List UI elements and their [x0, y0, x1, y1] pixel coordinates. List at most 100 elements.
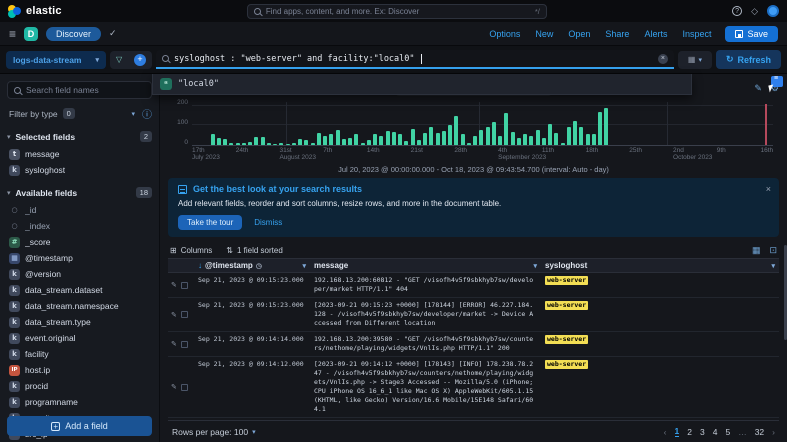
previous-page-icon[interactable]: ‹	[664, 427, 667, 437]
column-header-message[interactable]: message ▾	[310, 261, 541, 270]
page-5[interactable]: 5	[725, 427, 730, 437]
histogram-bar[interactable]	[523, 134, 527, 145]
row-checkbox[interactable]	[181, 311, 188, 318]
histogram-bar[interactable]	[211, 134, 215, 145]
histogram-bar[interactable]	[386, 131, 390, 145]
chevron-down-icon[interactable]: ▾	[533, 262, 537, 270]
chevron-down-icon[interactable]: ▾	[302, 262, 306, 270]
histogram-bar[interactable]	[336, 130, 340, 145]
histogram-bar[interactable]	[229, 143, 233, 145]
field-item-_score[interactable]: #_score	[7, 234, 152, 250]
row-checkbox[interactable]	[181, 282, 188, 289]
histogram-bar[interactable]	[586, 134, 590, 145]
field-item-procid[interactable]: kprocid	[7, 378, 152, 394]
top-menu-link-alerts[interactable]: Alerts	[644, 29, 667, 39]
field-item-host.ip[interactable]: IPhost.ip	[7, 362, 152, 378]
field-item-@timestamp[interactable]: ▦@timestamp	[7, 250, 152, 266]
histogram-bar[interactable]	[261, 137, 265, 145]
fullscreen-icon[interactable]: ⊡	[769, 245, 777, 256]
histogram-bar[interactable]	[292, 143, 296, 145]
histogram-bar[interactable]	[604, 108, 608, 145]
edit-visualization-icon[interactable]: ✎	[754, 83, 762, 94]
date-picker-button[interactable]: ▦ ▾	[678, 51, 712, 69]
row-checkbox[interactable]	[181, 341, 188, 348]
expand-row-icon[interactable]: ✎	[171, 311, 177, 319]
help-icon[interactable]: ?	[732, 6, 742, 16]
histogram-bar[interactable]	[236, 143, 240, 145]
histogram-bar[interactable]	[473, 136, 477, 145]
column-header-timestamp[interactable]: ↓ @timestamp ◷ ▾	[194, 261, 310, 270]
page-32[interactable]: 32	[755, 427, 764, 437]
top-menu-link-options[interactable]: Options	[489, 29, 520, 39]
discover-app-icon[interactable]: D	[24, 27, 38, 41]
histogram-bar[interactable]	[298, 139, 302, 145]
histogram-bar[interactable]	[398, 134, 402, 145]
field-item-message[interactable]: tmessage	[7, 146, 152, 162]
histogram-bar[interactable]	[323, 136, 327, 145]
page-2[interactable]: 2	[687, 427, 692, 437]
expand-row-icon[interactable]: ✎	[171, 281, 177, 289]
histogram-bar[interactable]	[217, 138, 221, 145]
histogram-bar[interactable]	[379, 136, 383, 145]
histogram-bar[interactable]	[467, 143, 471, 145]
histogram-bar[interactable]	[248, 142, 252, 145]
elastic-logo[interactable]: elastic	[8, 5, 62, 18]
field-item-data_stream.dataset[interactable]: kdata_stream.dataset	[7, 282, 152, 298]
histogram-bar[interactable]	[404, 141, 408, 145]
field-item-data_stream.type[interactable]: kdata_stream.type	[7, 314, 152, 330]
histogram-bar[interactable]	[592, 134, 596, 145]
field-search-input[interactable]: Search field names	[7, 81, 152, 99]
row-checkbox[interactable]	[181, 384, 188, 391]
histogram-bar[interactable]	[454, 116, 458, 145]
field-item-_id[interactable]: ○_id	[7, 202, 152, 218]
dismiss-button[interactable]: Dismiss	[254, 218, 282, 227]
display-options-icon[interactable]: ▦	[752, 245, 761, 256]
histogram-bar[interactable]	[554, 133, 558, 145]
clear-query-icon[interactable]: ×	[658, 54, 668, 64]
histogram-bar[interactable]	[367, 140, 371, 145]
histogram-bar[interactable]	[242, 143, 246, 145]
next-page-icon[interactable]: ›	[772, 427, 775, 437]
page-3[interactable]: 3	[700, 427, 705, 437]
field-item-sysloghost[interactable]: ksysloghost	[7, 162, 152, 178]
column-header-sysloghost[interactable]: sysloghost ▾	[541, 261, 779, 270]
histogram-bar[interactable]	[579, 127, 583, 145]
data-view-picker[interactable]: logs-data-stream ▾	[6, 51, 106, 69]
breadcrumb[interactable]: Discover	[46, 27, 101, 41]
close-icon[interactable]: ×	[766, 184, 771, 194]
add-filter-icon[interactable]: +	[134, 54, 146, 66]
histogram-bar[interactable]	[342, 139, 346, 145]
filter-by-type-dropdown[interactable]: Filter by type 0 ▾	[7, 105, 137, 122]
selected-fields-header[interactable]: ▾ Selected fields 2	[7, 131, 152, 142]
histogram-bar[interactable]	[429, 127, 433, 145]
saved-query-icon[interactable]: ▽	[116, 55, 122, 64]
expand-row-icon[interactable]: ✎	[171, 383, 177, 391]
histogram-bar[interactable]	[373, 134, 377, 145]
histogram-bar[interactable]	[504, 113, 508, 145]
histogram-bar[interactable]	[492, 122, 496, 145]
histogram-bar[interactable]	[542, 138, 546, 145]
field-item-programname[interactable]: kprogramname	[7, 394, 152, 410]
top-menu-link-share[interactable]: Share	[605, 29, 629, 39]
histogram-bar[interactable]	[286, 144, 290, 145]
field-item-event.original[interactable]: kevent.original	[7, 330, 152, 346]
histogram-bar[interactable]	[348, 138, 352, 145]
available-fields-header[interactable]: ▾ Available fields 18	[7, 187, 152, 198]
field-item-@version[interactable]: k@version	[7, 266, 152, 282]
histogram-bar[interactable]	[529, 136, 533, 145]
top-menu-link-open[interactable]: Open	[568, 29, 590, 39]
histogram-bar[interactable]	[279, 143, 283, 145]
chevron-down-icon[interactable]: ▾	[771, 262, 775, 270]
histogram-bar[interactable]	[417, 140, 421, 145]
histogram-bar[interactable]	[479, 130, 483, 145]
page-4[interactable]: 4	[713, 427, 718, 437]
histogram-bar[interactable]	[317, 133, 321, 145]
top-menu-link-new[interactable]: New	[535, 29, 553, 39]
histogram-bar[interactable]	[461, 134, 465, 145]
menu-icon[interactable]: ≡	[9, 27, 16, 41]
refresh-button[interactable]: ↻ Refresh	[716, 50, 781, 69]
info-icon[interactable]: ⓘ	[142, 106, 152, 121]
expand-row-icon[interactable]: ✎	[171, 340, 177, 348]
histogram-bar[interactable]	[511, 132, 515, 145]
histogram-bar[interactable]	[267, 143, 271, 145]
